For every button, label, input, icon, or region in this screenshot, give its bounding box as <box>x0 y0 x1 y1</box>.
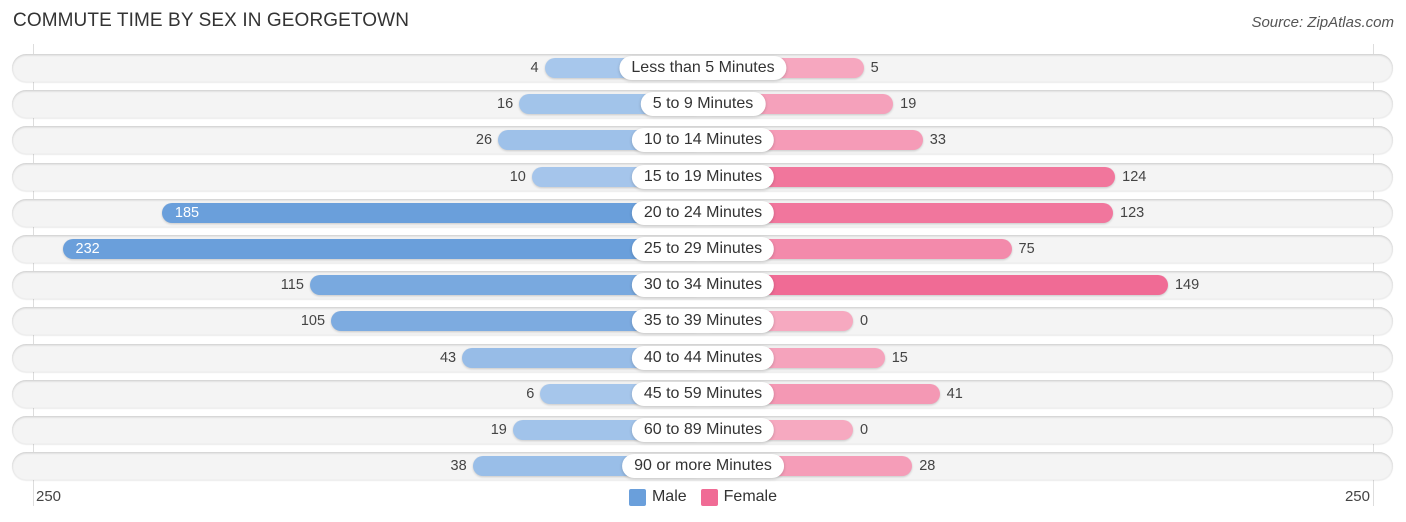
value-label-male: 4 <box>530 60 539 76</box>
category-label: 20 to 24 Minutes <box>631 200 775 225</box>
value-label-female: 28 <box>919 458 936 475</box>
category-label: Less than 5 Minutes <box>619 56 787 80</box>
category-label: 5 to 9 Minutes <box>640 92 766 117</box>
value-label-male: 10 <box>509 168 526 185</box>
category-label: 45 to 59 Minutes <box>631 381 775 406</box>
value-label-male: 43 <box>439 349 457 366</box>
value-label-male: 115 <box>280 277 304 294</box>
legend-label-female: Female <box>723 488 778 505</box>
value-label-male: 38 <box>450 458 467 475</box>
value-label-female: 75 <box>1018 241 1035 257</box>
legend-item-male[interactable]: Male <box>628 488 687 506</box>
value-label-male: 232 <box>75 241 100 257</box>
value-label-female: 33 <box>929 132 946 149</box>
value-label-female: 149 <box>1174 277 1200 294</box>
value-label-female: 41 <box>946 385 963 402</box>
bar-male[interactable] <box>161 202 703 223</box>
category-label: 60 to 89 Minutes <box>631 418 775 442</box>
legend-item-female[interactable]: Female <box>700 488 778 506</box>
bar-male[interactable] <box>62 239 703 259</box>
value-label-female: 0 <box>860 422 869 438</box>
value-label-male: 16 <box>497 96 514 113</box>
legend-swatch-male <box>628 488 646 506</box>
category-label: 40 to 44 Minutes <box>631 345 775 370</box>
category-label: 90 or more Minutes <box>622 454 784 479</box>
legend-swatch-female <box>700 488 718 506</box>
value-label-male: 105 <box>300 313 326 330</box>
value-label-female: 124 <box>1122 168 1147 185</box>
category-label: 10 to 14 Minutes <box>631 128 775 153</box>
category-label: 30 to 34 Minutes <box>631 273 775 298</box>
category-label: 15 to 19 Minutes <box>631 164 775 189</box>
legend: Male Female <box>0 488 1406 506</box>
value-label-female: 5 <box>870 60 879 76</box>
value-label-female: 0 <box>860 313 869 330</box>
value-label-male: 6 <box>526 385 535 402</box>
category-label: 35 to 39 Minutes <box>631 309 775 334</box>
value-label-male: 19 <box>490 422 507 438</box>
value-label-female: 123 <box>1120 204 1145 221</box>
value-label-female: 19 <box>900 96 917 113</box>
source-label: Source: ZipAtlas.com <box>1251 14 1394 31</box>
category-label: 25 to 29 Minutes <box>631 237 775 261</box>
legend-label-male: Male <box>651 488 687 505</box>
value-label-male: 185 <box>174 204 200 221</box>
value-label-male: 26 <box>475 132 493 149</box>
chart-title: COMMUTE TIME BY SEX IN GEORGETOWN <box>13 10 410 31</box>
value-label-female: 15 <box>891 349 908 366</box>
